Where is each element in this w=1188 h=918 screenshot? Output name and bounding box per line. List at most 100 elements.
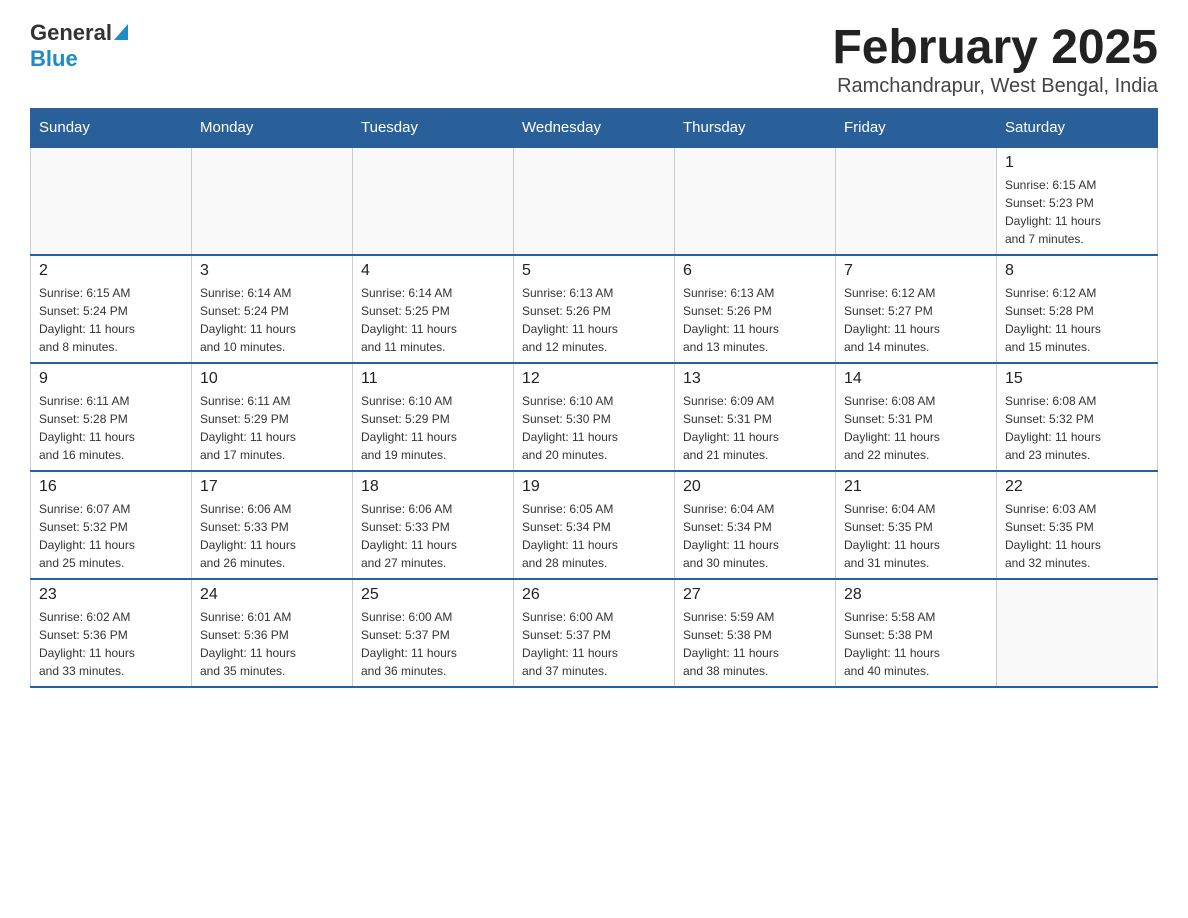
calendar-cell: 23 Sunrise: 6:02 AMSunset: 5:36 PMDayligh… <box>31 579 192 687</box>
calendar-cell: 12Sunrise: 6:10 AMSunset: 5:30 PMDayligh… <box>514 363 675 471</box>
day-info: Sunrise: 6:12 AMSunset: 5:27 PMDaylight:… <box>844 284 988 356</box>
calendar-cell: 13 Sunrise: 6:09 AMSunset: 5:31 PMDayligh… <box>675 363 836 471</box>
calendar-week-row: 23 Sunrise: 6:02 AMSunset: 5:36 PMDayligh… <box>31 579 1158 687</box>
day-info: Sunrise: 6:00 AMSunset: 5:37 PMDaylight:… <box>361 608 505 680</box>
calendar-cell: 3 Sunrise: 6:14 AMSunset: 5:24 PMDaylight… <box>192 255 353 363</box>
day-info: Sunrise: 6:07 AMSunset: 5:32 PMDaylight:… <box>39 500 183 572</box>
day-number: 7 <box>844 262 988 280</box>
day-info: Sunrise: 6:11 AMSunset: 5:28 PMDaylight:… <box>39 392 183 464</box>
calendar-cell: 4 Sunrise: 6:14 AMSunset: 5:25 PMDaylight… <box>353 255 514 363</box>
day-info: Sunrise: 6:14 AMSunset: 5:24 PMDaylight:… <box>200 284 344 356</box>
day-info: Sunrise: 6:15 AMSunset: 5:23 PMDaylight:… <box>1005 176 1149 248</box>
day-info: Sunrise: 6:10 AMSunset: 5:29 PMDaylight:… <box>361 392 505 464</box>
day-info: Sunrise: 6:06 AMSunset: 5:33 PMDaylight:… <box>361 500 505 572</box>
calendar-cell: 22 Sunrise: 6:03 AMSunset: 5:35 PMDayligh… <box>997 471 1158 579</box>
day-info: Sunrise: 5:59 AMSunset: 5:38 PMDaylight:… <box>683 608 827 680</box>
calendar-week-row: 2Sunrise: 6:15 AMSunset: 5:24 PMDaylight… <box>31 255 1158 363</box>
weekday-header-row: SundayMondayTuesdayWednesdayThursdayFrid… <box>31 109 1158 148</box>
day-info: Sunrise: 6:15 AMSunset: 5:24 PMDaylight:… <box>39 284 183 356</box>
calendar-cell <box>836 147 997 255</box>
calendar-cell: 20Sunrise: 6:04 AMSunset: 5:34 PMDayligh… <box>675 471 836 579</box>
day-info: Sunrise: 6:08 AMSunset: 5:31 PMDaylight:… <box>844 392 988 464</box>
day-number: 24 <box>200 586 344 604</box>
day-number: 1 <box>1005 154 1149 172</box>
day-info: Sunrise: 6:13 AMSunset: 5:26 PMDaylight:… <box>683 284 827 356</box>
calendar-cell <box>31 147 192 255</box>
weekday-header-sunday: Sunday <box>31 109 192 148</box>
calendar-cell: 14 Sunrise: 6:08 AMSunset: 5:31 PMDayligh… <box>836 363 997 471</box>
day-info: Sunrise: 6:02 AMSunset: 5:36 PMDaylight:… <box>39 608 183 680</box>
calendar-week-row: 9 Sunrise: 6:11 AMSunset: 5:28 PMDaylight… <box>31 363 1158 471</box>
day-number: 21 <box>844 478 988 496</box>
day-info: Sunrise: 6:11 AMSunset: 5:29 PMDaylight:… <box>200 392 344 464</box>
day-number: 9 <box>39 370 183 388</box>
calendar-cell: 7 Sunrise: 6:12 AMSunset: 5:27 PMDaylight… <box>836 255 997 363</box>
day-number: 16 <box>39 478 183 496</box>
calendar-cell: 27 Sunrise: 5:59 AMSunset: 5:38 PMDayligh… <box>675 579 836 687</box>
logo-blue-text: Blue <box>30 46 78 71</box>
day-info: Sunrise: 6:01 AMSunset: 5:36 PMDaylight:… <box>200 608 344 680</box>
day-number: 8 <box>1005 262 1149 280</box>
day-number: 14 <box>844 370 988 388</box>
calendar-cell: 28Sunrise: 5:58 AMSunset: 5:38 PMDayligh… <box>836 579 997 687</box>
title-section: February 2025 Ramchandrapur, West Bengal… <box>832 20 1158 98</box>
day-info: Sunrise: 6:05 AMSunset: 5:34 PMDaylight:… <box>522 500 666 572</box>
day-info: Sunrise: 6:10 AMSunset: 5:30 PMDaylight:… <box>522 392 666 464</box>
day-number: 6 <box>683 262 827 280</box>
calendar-cell <box>675 147 836 255</box>
logo-general-text: General <box>30 20 112 46</box>
day-number: 3 <box>200 262 344 280</box>
day-number: 22 <box>1005 478 1149 496</box>
calendar-cell: 26Sunrise: 6:00 AMSunset: 5:37 PMDayligh… <box>514 579 675 687</box>
month-title: February 2025 <box>832 20 1158 75</box>
calendar-cell: 24 Sunrise: 6:01 AMSunset: 5:36 PMDayligh… <box>192 579 353 687</box>
calendar-cell <box>192 147 353 255</box>
calendar-cell: 9 Sunrise: 6:11 AMSunset: 5:28 PMDaylight… <box>31 363 192 471</box>
day-number: 26 <box>522 586 666 604</box>
calendar-cell: 6 Sunrise: 6:13 AMSunset: 5:26 PMDaylight… <box>675 255 836 363</box>
calendar-cell <box>514 147 675 255</box>
calendar-cell: 8 Sunrise: 6:12 AMSunset: 5:28 PMDaylight… <box>997 255 1158 363</box>
calendar-cell: 16 Sunrise: 6:07 AMSunset: 5:32 PMDayligh… <box>31 471 192 579</box>
day-info: Sunrise: 6:03 AMSunset: 5:35 PMDaylight:… <box>1005 500 1149 572</box>
calendar-cell: 1 Sunrise: 6:15 AMSunset: 5:23 PMDaylight… <box>997 147 1158 255</box>
calendar-cell <box>353 147 514 255</box>
calendar-header: SundayMondayTuesdayWednesdayThursdayFrid… <box>31 109 1158 148</box>
calendar-cell: 17 Sunrise: 6:06 AMSunset: 5:33 PMDayligh… <box>192 471 353 579</box>
day-number: 17 <box>200 478 344 496</box>
weekday-header-saturday: Saturday <box>997 109 1158 148</box>
day-info: Sunrise: 6:06 AMSunset: 5:33 PMDaylight:… <box>200 500 344 572</box>
calendar-cell <box>997 579 1158 687</box>
day-number: 4 <box>361 262 505 280</box>
calendar-cell: 15Sunrise: 6:08 AMSunset: 5:32 PMDayligh… <box>997 363 1158 471</box>
weekday-header-friday: Friday <box>836 109 997 148</box>
location-text: Ramchandrapur, West Bengal, India <box>832 75 1158 98</box>
weekday-header-monday: Monday <box>192 109 353 148</box>
day-info: Sunrise: 6:14 AMSunset: 5:25 PMDaylight:… <box>361 284 505 356</box>
day-info: Sunrise: 6:13 AMSunset: 5:26 PMDaylight:… <box>522 284 666 356</box>
calendar-cell: 21 Sunrise: 6:04 AMSunset: 5:35 PMDayligh… <box>836 471 997 579</box>
day-number: 23 <box>39 586 183 604</box>
day-number: 19 <box>522 478 666 496</box>
weekday-header-wednesday: Wednesday <box>514 109 675 148</box>
calendar-cell: 11 Sunrise: 6:10 AMSunset: 5:29 PMDayligh… <box>353 363 514 471</box>
day-number: 20 <box>683 478 827 496</box>
day-number: 27 <box>683 586 827 604</box>
day-number: 10 <box>200 370 344 388</box>
day-number: 25 <box>361 586 505 604</box>
day-number: 11 <box>361 370 505 388</box>
weekday-header-tuesday: Tuesday <box>353 109 514 148</box>
calendar-body: 1 Sunrise: 6:15 AMSunset: 5:23 PMDaylight… <box>31 147 1158 687</box>
day-number: 18 <box>361 478 505 496</box>
logo: General Blue <box>30 20 128 72</box>
day-info: Sunrise: 6:12 AMSunset: 5:28 PMDaylight:… <box>1005 284 1149 356</box>
page-header: General Blue February 2025 Ramchandrapur… <box>30 20 1158 98</box>
day-info: Sunrise: 6:04 AMSunset: 5:35 PMDaylight:… <box>844 500 988 572</box>
calendar-cell: 5Sunrise: 6:13 AMSunset: 5:26 PMDaylight… <box>514 255 675 363</box>
calendar-week-row: 1 Sunrise: 6:15 AMSunset: 5:23 PMDaylight… <box>31 147 1158 255</box>
calendar-cell: 19 Sunrise: 6:05 AMSunset: 5:34 PMDayligh… <box>514 471 675 579</box>
day-info: Sunrise: 6:09 AMSunset: 5:31 PMDaylight:… <box>683 392 827 464</box>
day-number: 13 <box>683 370 827 388</box>
logo-arrow-icon <box>114 24 128 40</box>
calendar-table: SundayMondayTuesdayWednesdayThursdayFrid… <box>30 108 1158 688</box>
